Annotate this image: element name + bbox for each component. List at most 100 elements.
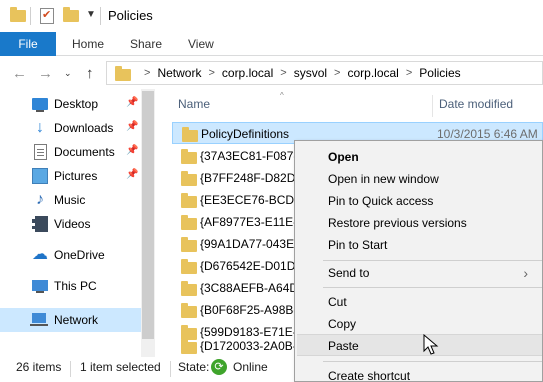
nav-item-label: Music	[54, 193, 86, 207]
file-name: {D676542E-D01D-	[200, 259, 300, 273]
breadcrumb-network[interactable]: Network	[157, 66, 201, 80]
breadcrumb-corp-local[interactable]: corp.local	[222, 66, 273, 80]
menu-item-label: Copy	[328, 317, 357, 331]
menu-separator	[323, 287, 542, 288]
network-icon	[30, 313, 48, 326]
menu-item-open-in-new-window[interactable]: Open in new window	[297, 168, 542, 190]
new-folder-icon[interactable]	[63, 7, 79, 22]
nav-item-label: This PC	[54, 279, 97, 293]
pin-icon[interactable]: 📌	[126, 145, 138, 156]
breadcrumb-separator: >	[405, 67, 413, 79]
this-pc-icon	[32, 280, 48, 293]
context-menu: Open Open in new window Pin to Quick acc…	[294, 140, 543, 382]
folder-icon	[181, 193, 197, 208]
nav-item-label: Downloads	[54, 121, 114, 135]
menu-item-label: Create shortcut	[328, 369, 411, 382]
menu-item-copy[interactable]: Copy	[297, 313, 542, 335]
menu-item-cut[interactable]: Cut	[297, 291, 542, 313]
videos-icon	[32, 216, 48, 232]
nav-item-this-pc[interactable]: This PC	[0, 274, 141, 298]
menu-item-create-shortcut[interactable]: Create shortcut	[297, 365, 542, 382]
back-arrow-icon[interactable]: ←	[12, 65, 27, 82]
folder-icon	[181, 281, 197, 296]
column-header-date-modified[interactable]: Date modified	[439, 89, 513, 117]
menu-item-label: Pin to Quick access	[328, 194, 434, 208]
nav-item-label: OneDrive	[54, 248, 105, 262]
file-name: {3C88AEFB-A64D-	[200, 281, 303, 295]
forward-arrow-icon[interactable]: →	[38, 65, 53, 82]
folder-icon	[181, 171, 197, 186]
breadcrumb-sysvol[interactable]: sysvol	[294, 66, 327, 80]
menu-item-pin-to-quick-access[interactable]: Pin to Quick access	[297, 190, 542, 212]
file-name: PolicyDefinitions	[201, 127, 290, 141]
column-header-name[interactable]: Name	[178, 89, 210, 117]
file-name: {D1720033-2A0B-	[200, 339, 297, 353]
tab-view[interactable]: View	[188, 32, 214, 56]
nav-item-label: Desktop	[54, 97, 99, 111]
folder-icon	[182, 127, 198, 142]
ribbon-tabs: File Home Share View	[0, 32, 543, 56]
file-name: {B7FF248F-D82D-4	[200, 171, 307, 185]
pin-icon[interactable]: 📌	[126, 169, 138, 180]
nav-item-network[interactable]: Network	[0, 308, 141, 332]
folder-icon	[181, 339, 197, 354]
menu-item-label: Open	[328, 150, 359, 164]
menu-item-paste[interactable]: Paste	[297, 334, 542, 356]
nav-item-label: Videos	[54, 217, 91, 231]
pin-icon[interactable]: 📌	[126, 121, 138, 132]
nav-item-documents[interactable]: Documents 📌	[0, 140, 141, 164]
breadcrumb-separator: >	[208, 67, 215, 79]
pin-icon[interactable]: 📌	[126, 97, 138, 108]
nav-scrollbar-thumb[interactable]	[142, 91, 154, 339]
tab-file[interactable]: File	[0, 32, 56, 56]
nav-item-desktop[interactable]: Desktop 📌	[0, 92, 141, 116]
menu-item-label: Pin to Start	[328, 238, 388, 252]
folder-icon	[181, 149, 197, 164]
menu-item-open[interactable]: Open	[297, 146, 542, 168]
file-name: {B0F68F25-A98B-4	[200, 303, 305, 317]
folder-icon	[181, 303, 197, 318]
menu-separator	[323, 361, 542, 362]
divider	[30, 7, 31, 25]
menu-item-send-to[interactable]: Send to ›	[297, 262, 542, 284]
menu-item-restore-previous-versions[interactable]: Restore previous versions	[297, 212, 542, 234]
menu-item-pin-to-start[interactable]: Pin to Start	[297, 234, 542, 256]
state-value: Online	[233, 360, 268, 374]
tab-share[interactable]: Share	[130, 32, 162, 56]
folder-icon	[181, 237, 197, 252]
divider	[70, 361, 71, 377]
file-date: 10/3/2015 6:46 AM	[437, 127, 538, 141]
documents-icon	[34, 144, 47, 160]
recent-locations-chevron-icon[interactable]: ⌄	[64, 68, 72, 79]
menu-separator	[323, 260, 542, 261]
folder-icon[interactable]	[10, 7, 26, 22]
nav-item-label: Pictures	[54, 169, 98, 183]
menu-item-label: Send to	[328, 266, 370, 280]
column-divider[interactable]	[432, 95, 433, 117]
breadcrumb: > Network > corp.local > sysvol > corp.l…	[137, 66, 461, 80]
nav-item-videos[interactable]: Videos	[0, 212, 141, 236]
menu-item-label: Open in new window	[328, 172, 439, 186]
nav-item-label: Documents	[54, 145, 115, 159]
menu-item-label: Cut	[328, 295, 347, 309]
address-bar[interactable]: > Network > corp.local > sysvol > corp.l…	[106, 61, 543, 85]
title-bar: ▼ Policies	[0, 0, 543, 32]
nav-item-downloads[interactable]: ↓ Downloads 📌	[0, 116, 141, 140]
window-title: Policies	[108, 8, 153, 23]
nav-item-pictures[interactable]: Pictures 📌	[0, 164, 141, 188]
breadcrumb-policies[interactable]: Policies	[419, 66, 460, 80]
downloads-icon: ↓	[36, 119, 44, 136]
nav-item-music[interactable]: ♪ Music	[0, 188, 141, 212]
up-arrow-icon[interactable]: ↑	[86, 65, 94, 82]
selection-count: 1 item selected	[80, 360, 161, 374]
folder-icon	[115, 66, 131, 81]
properties-icon[interactable]	[40, 8, 54, 24]
nav-item-onedrive[interactable]: ☁ OneDrive	[0, 243, 141, 267]
navigation-pane: Desktop 📌 ↓ Downloads 📌 Documents 📌 Pict…	[0, 89, 155, 357]
tab-home[interactable]: Home	[72, 32, 104, 56]
state-label: State:	[178, 360, 210, 374]
desktop-icon	[32, 98, 48, 112]
customize-toolbar-dropdown-icon[interactable]: ▼	[86, 9, 96, 20]
nav-scrollbar[interactable]	[141, 89, 155, 357]
breadcrumb-corp-local-2[interactable]: corp.local	[347, 66, 398, 80]
